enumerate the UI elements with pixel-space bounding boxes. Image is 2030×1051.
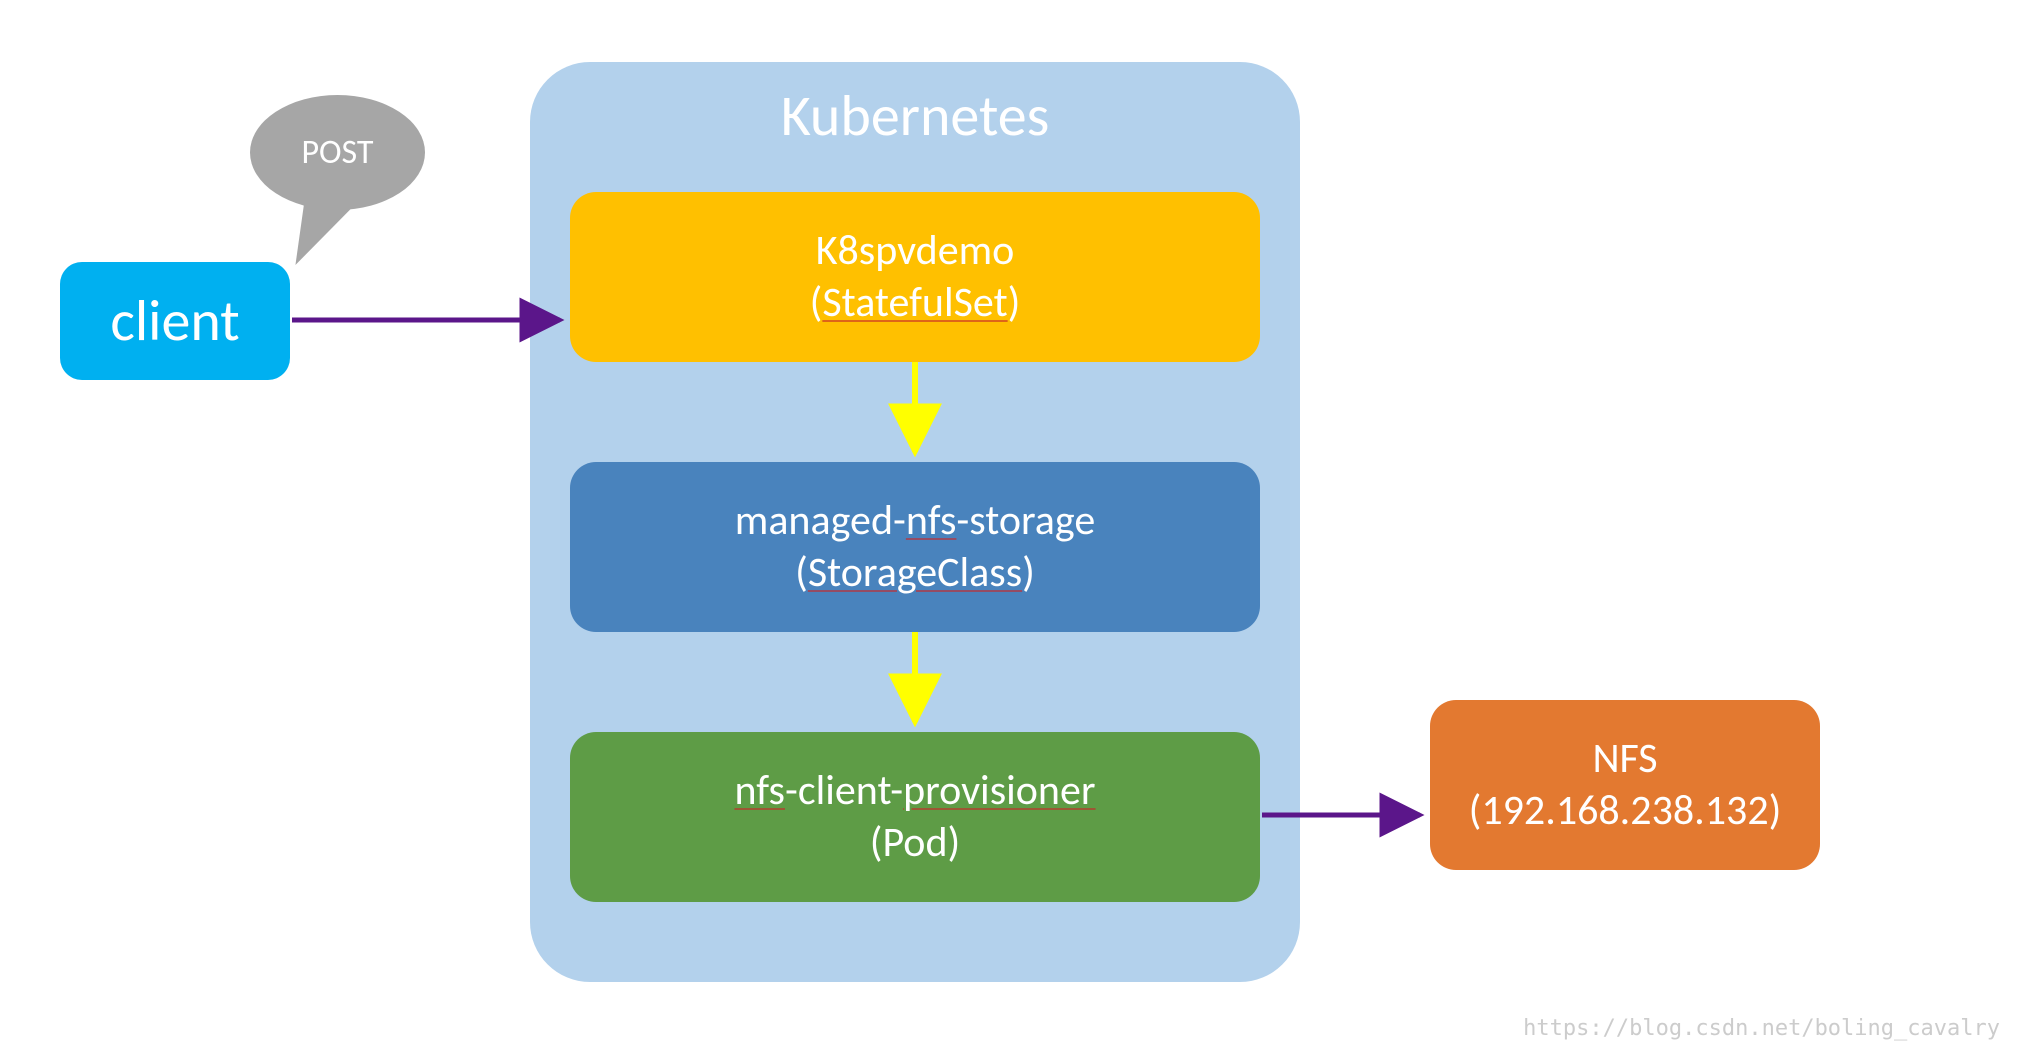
nfs-client-l1-pre: nfs xyxy=(734,765,785,816)
nfs-storage-line1: managed-nfs-storage xyxy=(735,495,1095,548)
speech-bubble-label: POST xyxy=(301,132,373,173)
k8spvdemo-line1: K8spvdemo xyxy=(816,225,1015,278)
k8spvdemo-l2-post: ) xyxy=(1008,277,1021,328)
k8spvdemo-l2-mid: StatefulSet xyxy=(822,277,1007,328)
nfs-storage-l2-pre: ( xyxy=(795,547,808,598)
nfs-client-line2: (Pod) xyxy=(870,817,961,870)
nfs-server-box: NFS (192.168.238.132) xyxy=(1430,700,1820,870)
k8spvdemo-l2-pre: ( xyxy=(810,277,823,328)
speech-bubble: POST xyxy=(250,95,425,210)
nfs-storage-l1-pre: managed- xyxy=(735,495,906,546)
k8spvdemo-line2: (StatefulSet) xyxy=(810,277,1021,330)
client-label: client xyxy=(110,285,239,358)
kubernetes-title: Kubernetes xyxy=(530,80,1300,153)
nfs-client-line1: nfs-client-provisioner xyxy=(734,765,1095,818)
watermark: https://blog.csdn.net/boling_cavalry xyxy=(1523,1016,2000,1041)
kubernetes-container: Kubernetes K8spvdemo (StatefulSet) manag… xyxy=(530,62,1300,982)
nfs-server-line2: (192.168.238.132) xyxy=(1469,785,1782,838)
nfs-client-l1-mid1: -client- xyxy=(785,765,903,816)
nfs-server-line1: NFS xyxy=(1592,733,1657,786)
nfs-storage-box: managed-nfs-storage (StorageClass) xyxy=(570,462,1260,632)
nfs-storage-l2-post: ) xyxy=(1022,547,1035,598)
nfs-client-l1-mid2: provisioner xyxy=(903,765,1095,816)
nfs-storage-l1-post: -storage xyxy=(956,495,1095,546)
client-box: client xyxy=(60,262,290,380)
k8spvdemo-box: K8spvdemo (StatefulSet) xyxy=(570,192,1260,362)
speech-bubble-tail xyxy=(295,200,359,265)
nfs-storage-line2: (StorageClass) xyxy=(795,547,1035,600)
nfs-storage-l2-mid: StorageClass xyxy=(808,547,1022,598)
nfs-storage-l1-mid: nfs xyxy=(906,495,957,546)
nfs-client-box: nfs-client-provisioner (Pod) xyxy=(570,732,1260,902)
